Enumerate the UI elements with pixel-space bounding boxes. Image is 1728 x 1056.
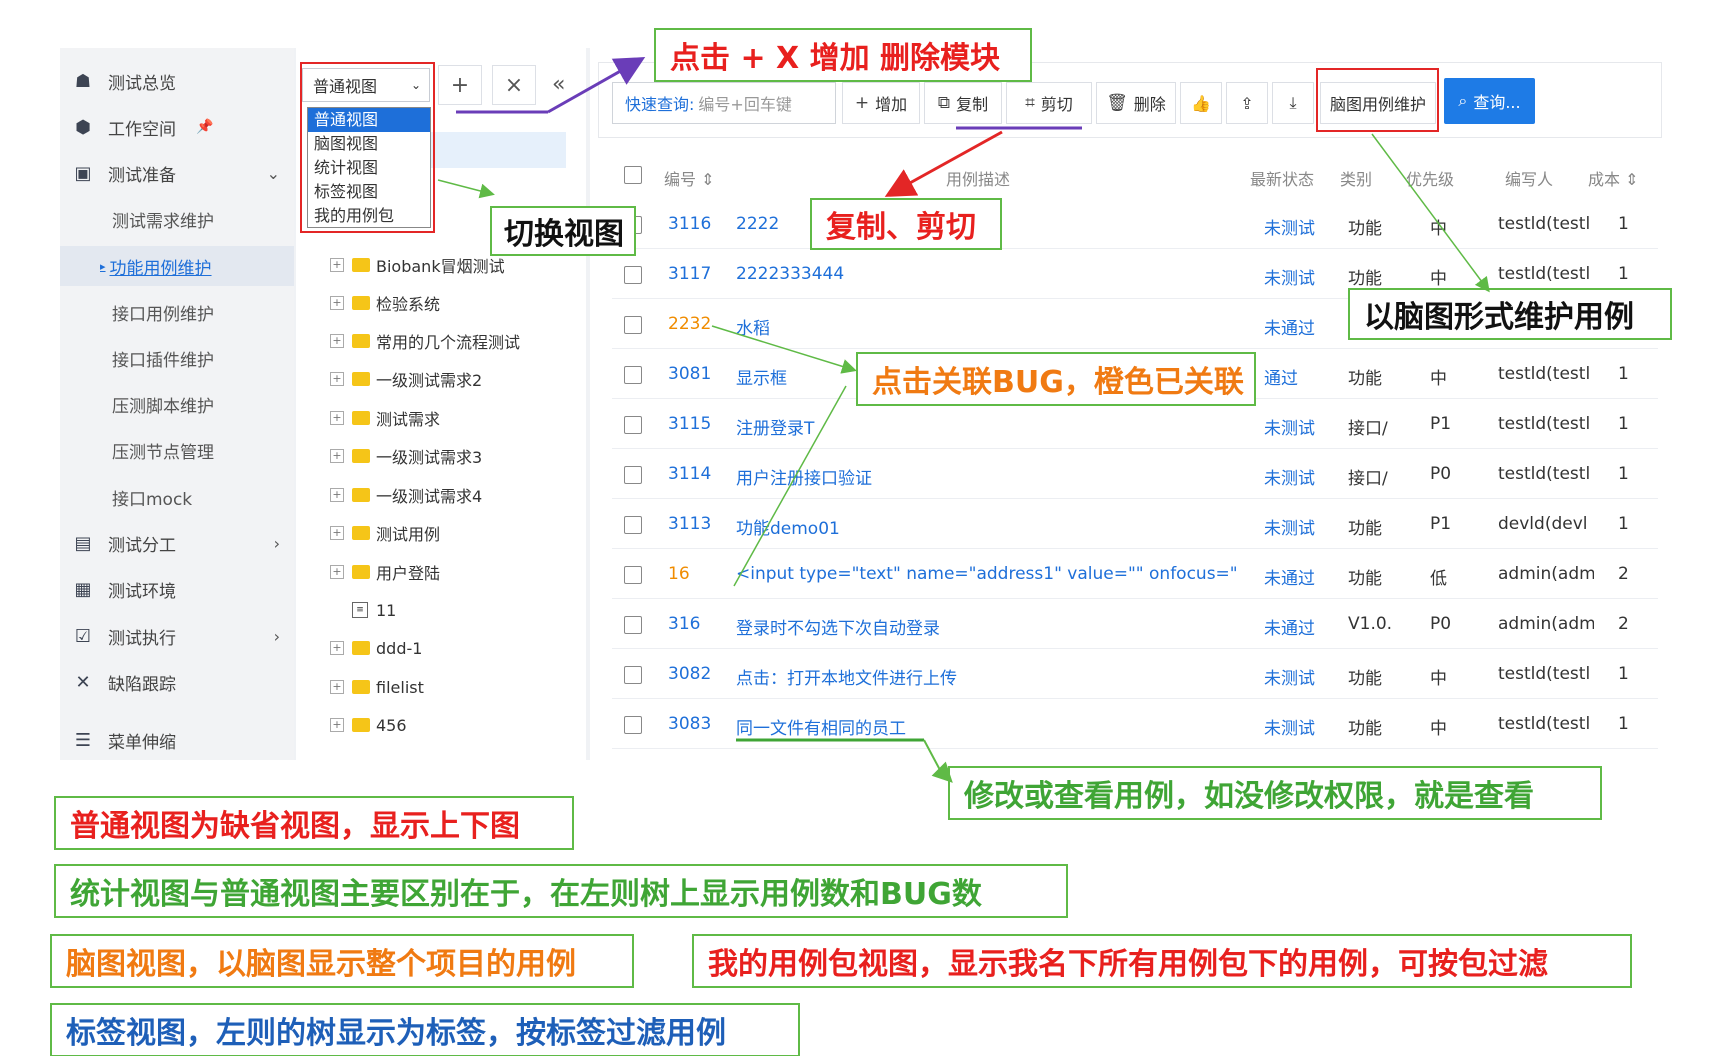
arrow-switch-view [437,179,495,199]
arrow-edit [923,739,953,783]
arrow-bug-link-2 [733,385,847,587]
arrow-bug-link [711,325,857,374]
arrow-copy-cut [884,130,1003,197]
annotation-arrows [437,57,1490,783]
arrow-add-delete [547,57,646,114]
arrow-mindmap [1371,133,1490,293]
